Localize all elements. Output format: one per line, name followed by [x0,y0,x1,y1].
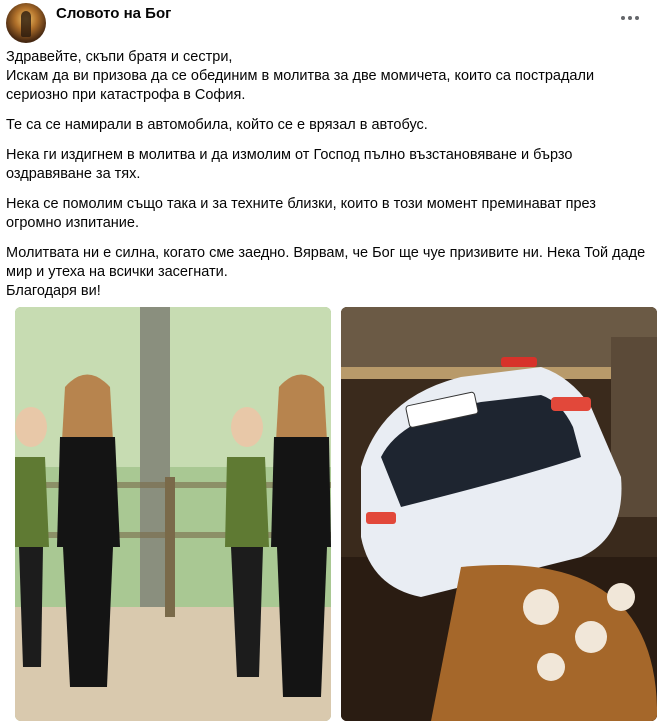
page-name-link[interactable]: Словото на Бог [56,5,171,22]
post-text: Здравейте, скъпи братя и сестри, Искам д… [6,48,646,312]
post-paragraph: Молитвата ни е силна, когато сме заедно.… [6,245,646,299]
post-paragraph: Те са се намирали в автомобила, който се… [6,117,428,133]
post-paragraph: Нека се помолим също така и за техните б… [6,196,596,231]
post-paragraph: Нека ги издигнем в молитва и да измолим … [6,147,573,182]
photo-two-girls-illustration [15,307,331,721]
photo-two-girls[interactable] [15,307,331,721]
photo-crashed-car-illustration [341,307,657,721]
post-paragraph: Здравейте, скъпи братя и сестри, Искам д… [6,49,595,103]
page-avatar[interactable] [6,3,46,43]
more-options-button[interactable] [616,8,644,28]
photo-crashed-car[interactable] [341,307,657,721]
post-header: Словото на Бог [0,0,660,48]
more-dots-icon [621,16,625,20]
